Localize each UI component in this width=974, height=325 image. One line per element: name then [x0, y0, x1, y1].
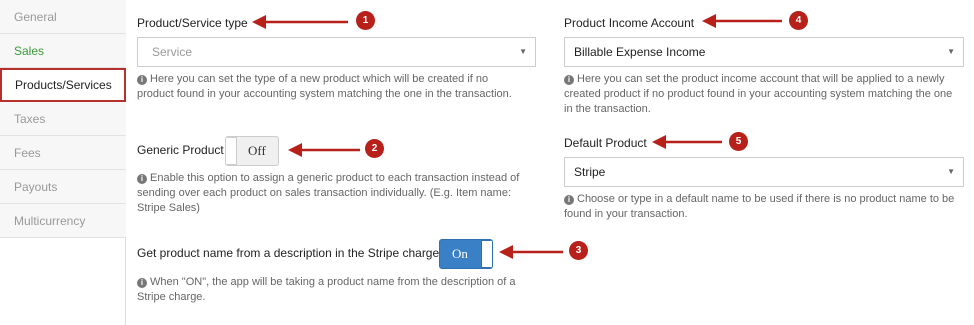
income-account-help-text: Here you can set the product income acco… [564, 73, 953, 115]
sidebar-item-taxes[interactable]: Taxes [0, 102, 126, 136]
generic-product-label: Generic Product [137, 143, 224, 157]
sidebar-item-fees[interactable]: Fees [0, 136, 126, 170]
info-circle-icon: i [137, 75, 147, 85]
default-product-help-text: Choose or type in a default name to be u… [564, 193, 955, 220]
generic-product-toggle-text: Off [248, 143, 266, 158]
info-circle-icon: i [137, 174, 147, 184]
info-circle-icon: i [137, 278, 147, 288]
callout-arrow-1 [252, 15, 348, 29]
product-name-description-help-text: When "ON", the app will be taking a prod… [137, 276, 516, 303]
product-type-select[interactable]: Service ▼ [137, 37, 536, 67]
sidebar-item-general[interactable]: General [0, 0, 126, 34]
sidebar-item-payouts[interactable]: Payouts [0, 170, 126, 204]
income-account-label: Product Income Account [564, 16, 695, 30]
callout-arrow-4 [702, 14, 782, 28]
generic-product-help-text: Enable this option to assign a generic p… [137, 172, 520, 214]
default-product-select[interactable]: Stripe ▼ [564, 157, 964, 187]
callout-badge-5: 5 [729, 132, 748, 151]
sidebar-item-sales[interactable]: Sales [0, 34, 126, 68]
product-name-description-toggle[interactable]: On [439, 239, 493, 269]
info-circle-icon: i [564, 75, 574, 85]
caret-down-icon: ▼ [947, 167, 955, 176]
product-type-label: Product/Service type [137, 16, 248, 30]
info-circle-icon: i [564, 195, 574, 205]
generic-product-help: i Enable this option to assign a generic … [137, 171, 527, 216]
callout-badge-2: 2 [365, 139, 384, 158]
toggle-knob [481, 240, 492, 268]
product-type-help-text: Here you can set the type of a new produ… [137, 73, 512, 100]
sidebar-item-products-services[interactable]: Products/Services [0, 68, 126, 102]
generic-product-toggle[interactable]: Off [225, 136, 279, 166]
product-name-description-label: Get product name from a description in t… [137, 246, 440, 260]
sidebar-item-multicurrency[interactable]: Multicurrency [0, 204, 126, 238]
income-account-value: Billable Expense Income [574, 45, 706, 59]
default-product-value: Stripe [574, 165, 606, 179]
callout-arrow-5 [652, 135, 722, 149]
default-product-help: i Choose or type in a default name to be … [564, 192, 960, 222]
callout-arrow-3 [499, 245, 563, 259]
callout-badge-4: 4 [789, 11, 808, 30]
product-type-value: Service [152, 45, 193, 59]
settings-sidebar: General Sales Products/Services Taxes Fe… [0, 0, 126, 325]
callout-badge-3: 3 [569, 241, 588, 260]
caret-down-icon: ▼ [519, 47, 527, 56]
product-name-description-help: i When "ON", the app will be taking a pro… [137, 275, 537, 305]
income-account-help: i Here you can set the product income acc… [564, 72, 960, 117]
product-name-description-toggle-text: On [452, 246, 468, 261]
callout-badge-1: 1 [356, 11, 375, 30]
product-type-help: i Here you can set the type of a new prod… [137, 72, 527, 102]
income-account-select[interactable]: Billable Expense Income ▼ [564, 37, 964, 67]
default-product-label: Default Product [564, 136, 647, 150]
toggle-knob [226, 137, 237, 165]
callout-arrow-2 [288, 143, 360, 157]
caret-down-icon: ▼ [947, 47, 955, 56]
